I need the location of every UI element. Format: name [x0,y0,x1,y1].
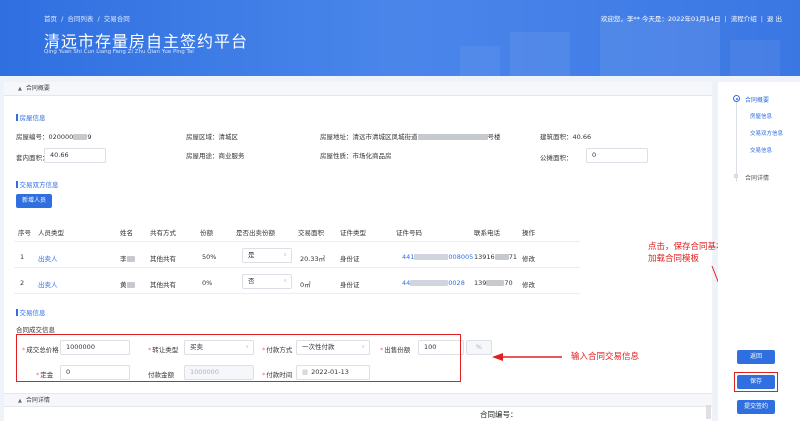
house-address: 房屋地址：清远市清城区凤城街道 号楼 [320,133,501,141]
build-area: 建筑面积：40.66 [540,133,592,141]
col-header: 交易面积 [298,229,324,237]
parties-label: 交易双方信息 [16,179,59,189]
annotation-trade-hint: 输入合同交易信息 [571,352,640,362]
id-number-link[interactable]: 44 0028 [402,279,465,287]
section-summary-header[interactable]: ▲ 合同概要 [4,82,712,96]
edit-link[interactable]: 修改 [522,253,535,263]
col-header: 是否出卖份额 [236,229,275,237]
col-header: 操作 [522,229,535,237]
nav-track [736,102,737,182]
redaction-mark [126,282,135,288]
party-type-link[interactable]: 出卖人 [38,253,58,263]
redaction-mark [414,254,449,260]
page-subtitle: Qing Yuan Shi Cun Liang Fang Zi Zhu Qian… [44,49,194,55]
skyline-decor [510,32,570,76]
chevron-down-icon: ∨ [283,252,287,258]
save-highlight [734,372,778,392]
skyline-decor [730,40,780,76]
breadcrumb: 首页 / 合同列表 / 交易合同 [44,15,130,23]
skyline-decor [600,18,720,76]
redaction-mark [494,254,509,260]
inner-area-input[interactable]: 40.66 [44,148,106,163]
col-header: 证件号码 [396,229,422,237]
user-bar: 欢迎您，李** 今天是：2022年01月14日 | 流程介绍 | 退 出 [600,15,782,23]
trade-group-label: 合同成交信息 [16,326,55,334]
percent-unit: % [466,340,492,355]
col-header: 共有方式 [150,229,176,237]
welcome-text: 欢迎您，李** 今天是：2022年01月14日 [600,15,721,23]
house-nature: 房屋性质：市场化商品房 [320,152,392,160]
header-banner: 首页 / 合同列表 / 交易合同 清远市存量房自主签约平台 Qing Yuan … [0,0,800,76]
scrollbar[interactable] [706,405,711,419]
party-type-link[interactable]: 出卖人 [38,279,58,289]
contract-form: ▲ 合同概要 房屋信息 房屋编号：020000 9 房屋区域：清城区 房屋地址：清远… [4,82,712,421]
sell-share-select[interactable]: 是 ∨ [242,248,292,263]
shared-area-label: 公摊面积： [540,154,573,162]
trade-info-label: 交易信息 [16,307,46,317]
row-divider [14,293,580,294]
col-header: 序号 [18,229,31,237]
collapse-triangle-icon: ▲ [18,398,22,404]
breadcrumb-home[interactable]: 首页 [44,15,57,23]
col-header: 人员类型 [38,229,64,237]
right-anchor-nav: 合同概要 房屋信息 交易双方信息 交易信息 合同详情 [718,82,800,421]
col-header: 姓名 [120,229,133,237]
col-header: 份额 [200,229,213,237]
logout-link[interactable]: 退 出 [767,15,782,23]
flow-intro-link[interactable]: 流程介绍 [731,15,757,23]
chevron-down-icon: ∨ [283,278,287,284]
redaction-mark [73,134,88,140]
breadcrumb-contract-list[interactable]: 合同列表 [67,15,93,23]
nav-sub-trade[interactable]: 交易信息 [750,146,772,154]
active-dot-icon [733,95,740,102]
breadcrumb-current: 交易合同 [103,15,130,23]
redaction-mark [486,280,505,286]
nav-item-detail[interactable]: 合同详情 [745,173,769,182]
id-number-link[interactable]: 441 008005 [402,253,473,261]
row-divider [14,267,580,268]
house-area: 房屋区域：清城区 [186,133,238,141]
section-detail-header[interactable]: ▲ 合同详情 [4,393,712,407]
nav-sub-parties[interactable]: 交易双方信息 [750,129,783,137]
contract-no-label: 合同编号： [480,410,518,419]
inactive-dot-icon [734,174,738,178]
redaction-mark [410,280,449,286]
shared-area-input[interactable]: 0 [586,148,648,163]
back-button[interactable]: 返回 [737,350,775,364]
trade-info-highlight [16,334,461,382]
col-header: 联系电话 [474,229,500,237]
nav-sub-house[interactable]: 房屋信息 [750,112,772,120]
submit-sign-button[interactable]: 提交签约 [737,400,775,414]
house-usage: 房屋用途：商业服务 [186,152,245,160]
sell-share-select[interactable]: 否 ∨ [242,274,292,289]
house-info-label: 房屋信息 [16,112,46,122]
skyline-decor [460,46,500,76]
col-header: 证件类型 [340,229,366,237]
redaction-mark [126,256,135,262]
edit-link[interactable]: 修改 [522,279,535,289]
collapse-triangle-icon: ▲ [18,86,22,92]
nav-item-summary[interactable]: 合同概要 [745,95,769,104]
redaction-mark [417,134,488,140]
add-person-button[interactable]: 新增人员 [16,194,52,208]
house-no: 房屋编号：020000 9 [16,133,92,141]
row-divider [14,241,580,242]
